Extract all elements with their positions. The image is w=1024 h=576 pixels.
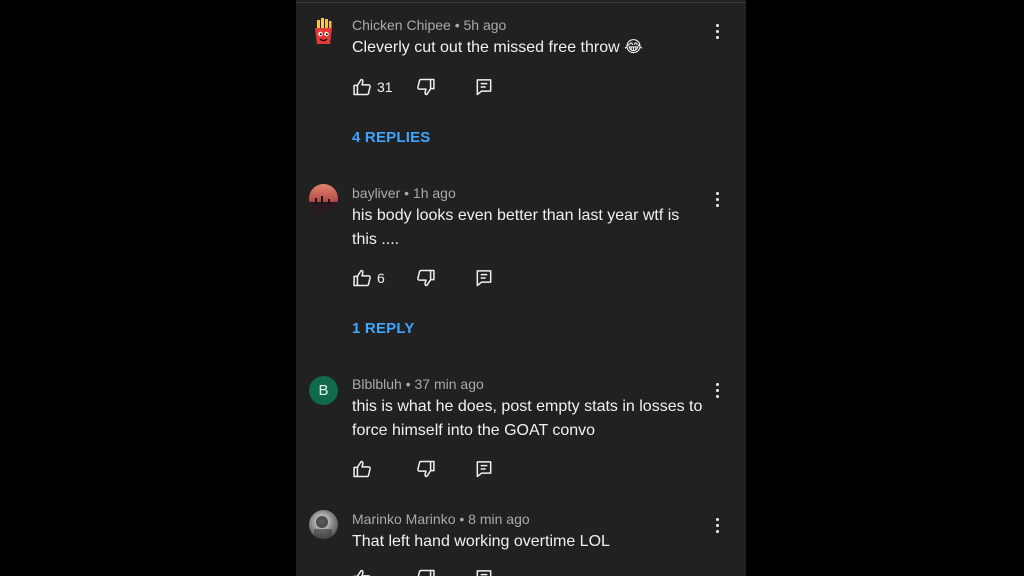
- thumbs-down-icon: [417, 460, 435, 478]
- dislike-button[interactable]: [416, 77, 436, 97]
- like-button[interactable]: [352, 568, 372, 576]
- view-replies-link[interactable]: 1 REPLY: [352, 320, 415, 337]
- thumbs-down-icon: [417, 569, 435, 576]
- like-count: 6: [377, 270, 385, 286]
- reply-button[interactable]: [474, 459, 494, 479]
- avatar[interactable]: [309, 510, 338, 539]
- thumbs-up-icon: [353, 460, 371, 478]
- like-count: 31: [377, 79, 393, 95]
- comment-actions: [352, 568, 552, 576]
- comment-meta: bayliver • 1h ago: [352, 185, 456, 201]
- thumbs-up-icon: [353, 269, 371, 287]
- comment-actions: 6: [352, 268, 552, 288]
- thumbs-down-icon: [417, 269, 435, 287]
- like-button[interactable]: [352, 459, 372, 479]
- reply-icon: [476, 461, 492, 478]
- comment-text: Cleverly cut out the missed free throw 😂: [352, 39, 643, 56]
- thumbs-up-icon: [353, 569, 371, 576]
- comment-actions: [352, 459, 552, 479]
- avatar[interactable]: B: [309, 376, 338, 405]
- divider: [296, 2, 746, 3]
- like-button[interactable]: 6: [352, 268, 385, 288]
- reply-button[interactable]: [474, 568, 494, 576]
- comment-actions: 31: [352, 77, 552, 97]
- comment-meta: Blblbluh • 37 min ago: [352, 376, 484, 392]
- avatar[interactable]: [309, 17, 338, 46]
- comment-text: That left hand working overtime LOL: [352, 533, 610, 550]
- thumbs-down-icon: [417, 78, 435, 96]
- like-button[interactable]: 31: [352, 77, 393, 97]
- more-vert-icon[interactable]: [708, 22, 726, 40]
- more-vert-icon[interactable]: [708, 516, 726, 534]
- dislike-button[interactable]: [416, 268, 436, 288]
- reply-icon: [476, 270, 492, 287]
- comments-panel: Chicken Chipee • 5h ago Cleverly cut out…: [296, 0, 746, 576]
- fries-icon: [315, 18, 332, 44]
- avatar-letter: B: [318, 382, 329, 399]
- thumbs-up-icon: [353, 78, 371, 96]
- comment-meta: Chicken Chipee • 5h ago: [352, 17, 507, 33]
- sunset-photo: [309, 196, 338, 213]
- dislike-button[interactable]: [416, 459, 436, 479]
- dislike-button[interactable]: [416, 568, 436, 576]
- comment-meta: Marinko Marinko • 8 min ago: [352, 511, 530, 527]
- reply-button[interactable]: [474, 77, 494, 97]
- reply-button[interactable]: [474, 268, 494, 288]
- reply-icon: [476, 79, 492, 96]
- avatar[interactable]: [309, 184, 338, 213]
- view-replies-link[interactable]: 4 REPLIES: [352, 129, 431, 146]
- more-vert-icon[interactable]: [708, 381, 726, 399]
- bw-photo: [314, 516, 332, 539]
- more-vert-icon[interactable]: [708, 190, 726, 208]
- comment-text: this is what he does, post empty stats i…: [352, 398, 703, 439]
- comment-text: his body looks even better than last yea…: [352, 207, 680, 248]
- reply-icon: [476, 570, 492, 576]
